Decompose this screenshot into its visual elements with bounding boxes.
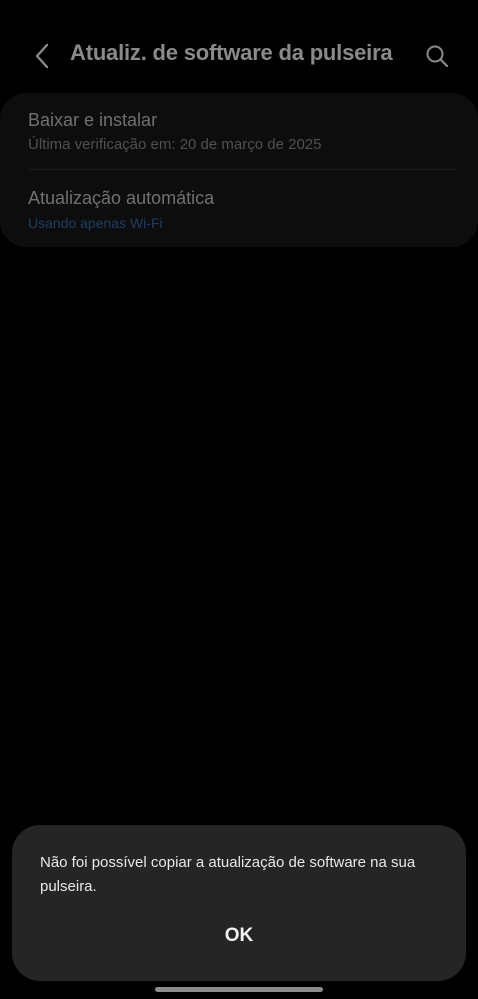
home-indicator[interactable] — [155, 987, 323, 992]
error-dialog: Não foi possível copiar a atualização de… — [12, 825, 466, 981]
back-button[interactable] — [26, 38, 58, 74]
dialog-message: Não foi possível copiar a atualização de… — [40, 854, 416, 895]
download-install-item[interactable]: Baixar e instalar Última verificação em:… — [28, 108, 458, 156]
chevron-left-icon — [35, 43, 49, 69]
settings-card: Baixar e instalar Última verificação em:… — [0, 93, 478, 247]
auto-update-status: Usando apenas Wi-Fi — [28, 215, 163, 231]
last-check-text: Última verificação em: 20 de março de 20… — [28, 136, 322, 153]
auto-update-title: Atualização automática — [28, 188, 215, 208]
search-button[interactable] — [420, 38, 454, 74]
divider — [28, 169, 456, 170]
page-title: Atualiz. de software da pulseira — [70, 40, 393, 65]
search-icon — [426, 45, 449, 68]
ok-button[interactable]: OK — [189, 919, 289, 953]
auto-update-item[interactable]: Atualização automática Usando apenas Wi-… — [28, 186, 458, 234]
download-install-title: Baixar e instalar — [28, 110, 158, 130]
